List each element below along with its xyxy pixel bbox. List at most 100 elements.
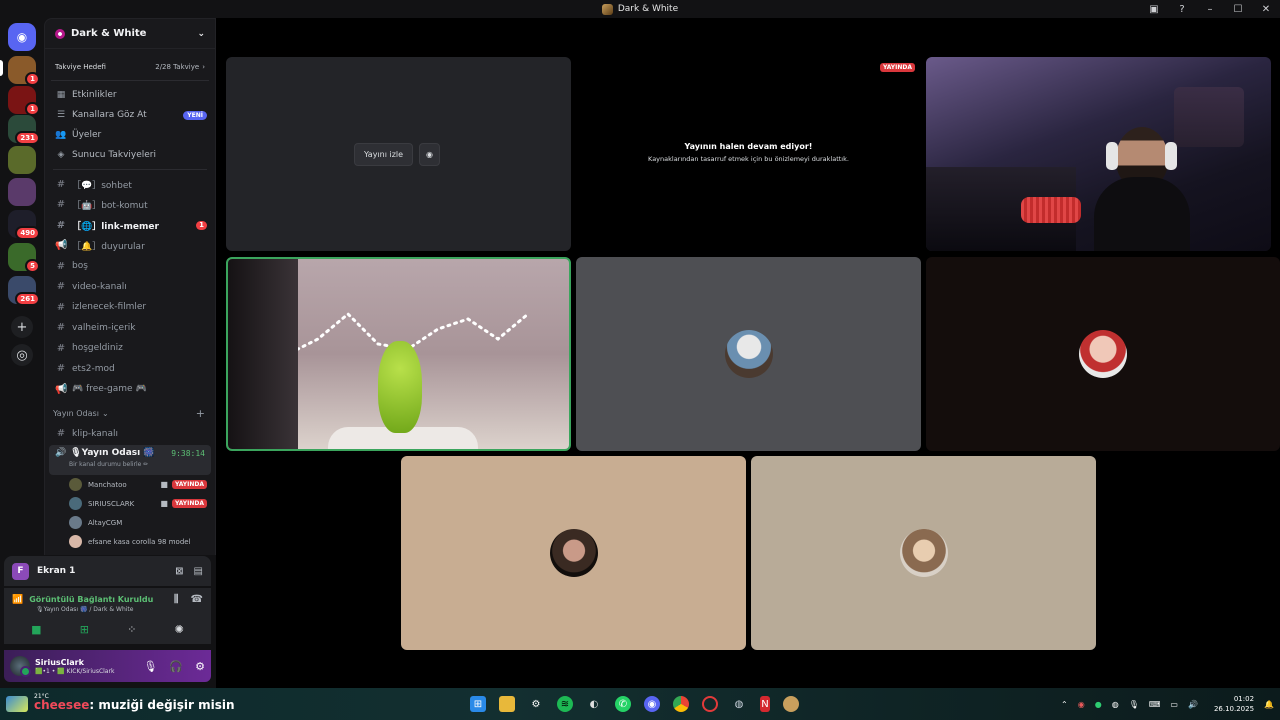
discord-home-icon[interactable]: ◉: [8, 23, 36, 51]
participant-tile-6[interactable]: [751, 456, 1096, 650]
user-status: 🟩•1 • 🟩 KICK/SiriusClark: [35, 667, 115, 675]
nav-browse-channels[interactable]: ☰ Kanallara Göz At YENİ: [45, 105, 215, 125]
channel-item[interactable]: # boş: [45, 256, 215, 277]
noise-suppression-icon[interactable]: ⫼: [174, 594, 179, 605]
discover-icon[interactable]: ◎: [11, 344, 33, 366]
keyboard-icon[interactable]: ⌨: [1149, 700, 1161, 709]
netflix-icon[interactable]: N: [760, 696, 770, 712]
hash-icon: #: [56, 260, 66, 272]
channel-item[interactable]: # video-kanalı: [45, 277, 215, 298]
obs-icon[interactable]: ◐: [586, 696, 602, 712]
activities-icon[interactable]: ⁘: [127, 623, 136, 636]
channel-item[interactable]: 📢 🎮 free-game 🎮: [45, 379, 215, 400]
clock[interactable]: 01:02 26.10.2025: [1214, 694, 1254, 714]
channel-label: boş: [72, 261, 88, 272]
channel-item[interactable]: # hoşgeldiniz: [45, 338, 215, 359]
chrome-icon[interactable]: [673, 696, 689, 712]
headphones-icon[interactable]: 🎧: [169, 660, 183, 673]
channel-item[interactable]: # ［🤖］bot-komut: [45, 195, 215, 216]
chevron-up-icon[interactable]: ⌃: [1061, 700, 1068, 709]
live-badge[interactable]: YAYINDA: [171, 480, 207, 489]
stream-settings-icon[interactable]: ▤: [194, 566, 203, 577]
webcam-tile-active-speaker[interactable]: [226, 257, 571, 451]
camera-icon[interactable]: ■: [31, 623, 41, 636]
channel-item[interactable]: # ［🌐］link-memer 1: [45, 215, 215, 236]
server-icon[interactable]: 1: [8, 86, 40, 116]
server-app-icon[interactable]: [783, 696, 799, 712]
participant-tile-5[interactable]: [401, 456, 746, 650]
windows-taskbar: 21°C cheesee: muziği değişir misin ⊞ ⚙ ≋…: [0, 688, 1280, 720]
signal-icon[interactable]: 📶: [12, 595, 23, 605]
channel-item[interactable]: # izlenecek-filmler: [45, 297, 215, 318]
add-server-icon[interactable]: +: [11, 316, 33, 338]
file-explorer-icon[interactable]: [499, 696, 515, 712]
weather-icon[interactable]: [6, 696, 28, 712]
avatar: [899, 529, 948, 577]
mic-tray-icon[interactable]: 🎙: [1129, 700, 1139, 709]
category-yayin-odasi[interactable]: Yayın Odası ⌄ +: [45, 404, 215, 424]
camera-icon: ■: [160, 499, 168, 508]
spotify-icon[interactable]: ≋: [557, 696, 573, 712]
start-icon[interactable]: ⊞: [470, 696, 486, 712]
channel-item[interactable]: # valheim-içerik: [45, 318, 215, 339]
soundboard-icon[interactable]: ✺: [175, 623, 184, 636]
participant-tile-3[interactable]: [576, 257, 921, 451]
nav-members[interactable]: 👥 Üyeler: [45, 125, 215, 145]
nav-server-boosts[interactable]: ◈ Sunucu Takviyeleri: [45, 145, 215, 165]
server-icon[interactable]: 5: [8, 243, 40, 273]
mention-badge: 1: [25, 102, 40, 116]
participant-tile-4[interactable]: [926, 257, 1280, 451]
inbox-icon[interactable]: ▣: [1140, 4, 1168, 15]
server-icon[interactable]: [8, 178, 36, 206]
volume-icon[interactable]: 🔊: [1188, 700, 1198, 709]
server-icon[interactable]: 490: [8, 210, 40, 240]
server-icon[interactable]: 1: [8, 56, 40, 86]
voice-user[interactable]: efsane kasa corolla 98 model: [45, 532, 215, 551]
stream-tile-paused[interactable]: YAYINDA Yayının halen devam ediyor! Kayn…: [576, 57, 921, 251]
boost-goal[interactable]: Takviye Hedefi 2/28 Takviye ›: [51, 53, 209, 81]
steam-tray-icon[interactable]: ◍: [1112, 700, 1119, 709]
webcam-tile-streamer[interactable]: [926, 57, 1271, 251]
server-icon[interactable]: 261: [8, 276, 40, 306]
server-icon[interactable]: 231: [8, 115, 40, 145]
watch-stream-button[interactable]: Yayını izle: [354, 143, 414, 166]
user-avatar[interactable]: [10, 656, 31, 677]
whatsapp-icon[interactable]: ✆: [615, 696, 631, 712]
display-icon[interactable]: ▭: [1170, 700, 1178, 709]
channel-status-hint[interactable]: Bir kanal durumu belirle ✏: [55, 461, 205, 468]
stop-stream-icon[interactable]: ⊠: [175, 566, 183, 577]
channel-item[interactable]: 📢 ［🔔］duyurular: [45, 236, 215, 257]
add-channel-icon[interactable]: +: [196, 407, 205, 420]
voice-channel-yayin-odasi[interactable]: 🔊 🎙Yayın Odası 🎆 9:38:14 Bir kanal durumu …: [49, 445, 211, 475]
voice-user[interactable]: Manchatoo ■ YAYINDA: [45, 475, 215, 494]
close-button[interactable]: ✕: [1252, 4, 1280, 15]
channel-klip-kanali[interactable]: # klip-kanalı: [45, 424, 215, 445]
screen-share-icon[interactable]: ⊞: [80, 623, 89, 636]
eye-icon[interactable]: ◉: [419, 143, 441, 166]
minimize-button[interactable]: –: [1196, 4, 1224, 15]
stream-tile-preview[interactable]: Yayını izle ◉: [226, 57, 571, 251]
voice-user[interactable]: SIRIUSCLARK ■ YAYINDA: [45, 494, 215, 513]
channel-item[interactable]: # ［💬］sohbet: [45, 174, 215, 195]
maximize-button[interactable]: ☐: [1224, 4, 1252, 15]
avatar: [69, 516, 82, 529]
tray-status-icon[interactable]: ●: [1095, 700, 1102, 709]
connection-status[interactable]: Görüntülü Bağlantı Kuruldu: [29, 595, 153, 604]
discord-icon[interactable]: ◉: [644, 696, 660, 712]
server-icon[interactable]: [8, 146, 36, 174]
channel-item[interactable]: # ets2-mod: [45, 359, 215, 380]
tray-app-icon[interactable]: ◉: [1078, 700, 1085, 709]
steam-icon[interactable]: ◍: [731, 696, 747, 712]
settings-icon[interactable]: ⚙: [528, 696, 544, 712]
opera-icon[interactable]: [702, 696, 718, 712]
help-icon[interactable]: ?: [1168, 4, 1196, 15]
disconnect-icon[interactable]: ☎: [191, 594, 203, 605]
nav-events[interactable]: ▦ Etkinlikler: [45, 85, 215, 105]
notifications-icon[interactable]: 🔔: [1264, 700, 1274, 709]
user-name[interactable]: SiriusClark: [35, 658, 114, 668]
guild-header[interactable]: Dark & White ⌄: [45, 19, 215, 49]
live-badge[interactable]: YAYINDA: [171, 499, 207, 508]
microphone-icon[interactable]: 🎙: [143, 660, 157, 673]
gear-icon[interactable]: ⚙: [195, 660, 205, 673]
voice-user[interactable]: AltayCGM: [45, 513, 215, 532]
